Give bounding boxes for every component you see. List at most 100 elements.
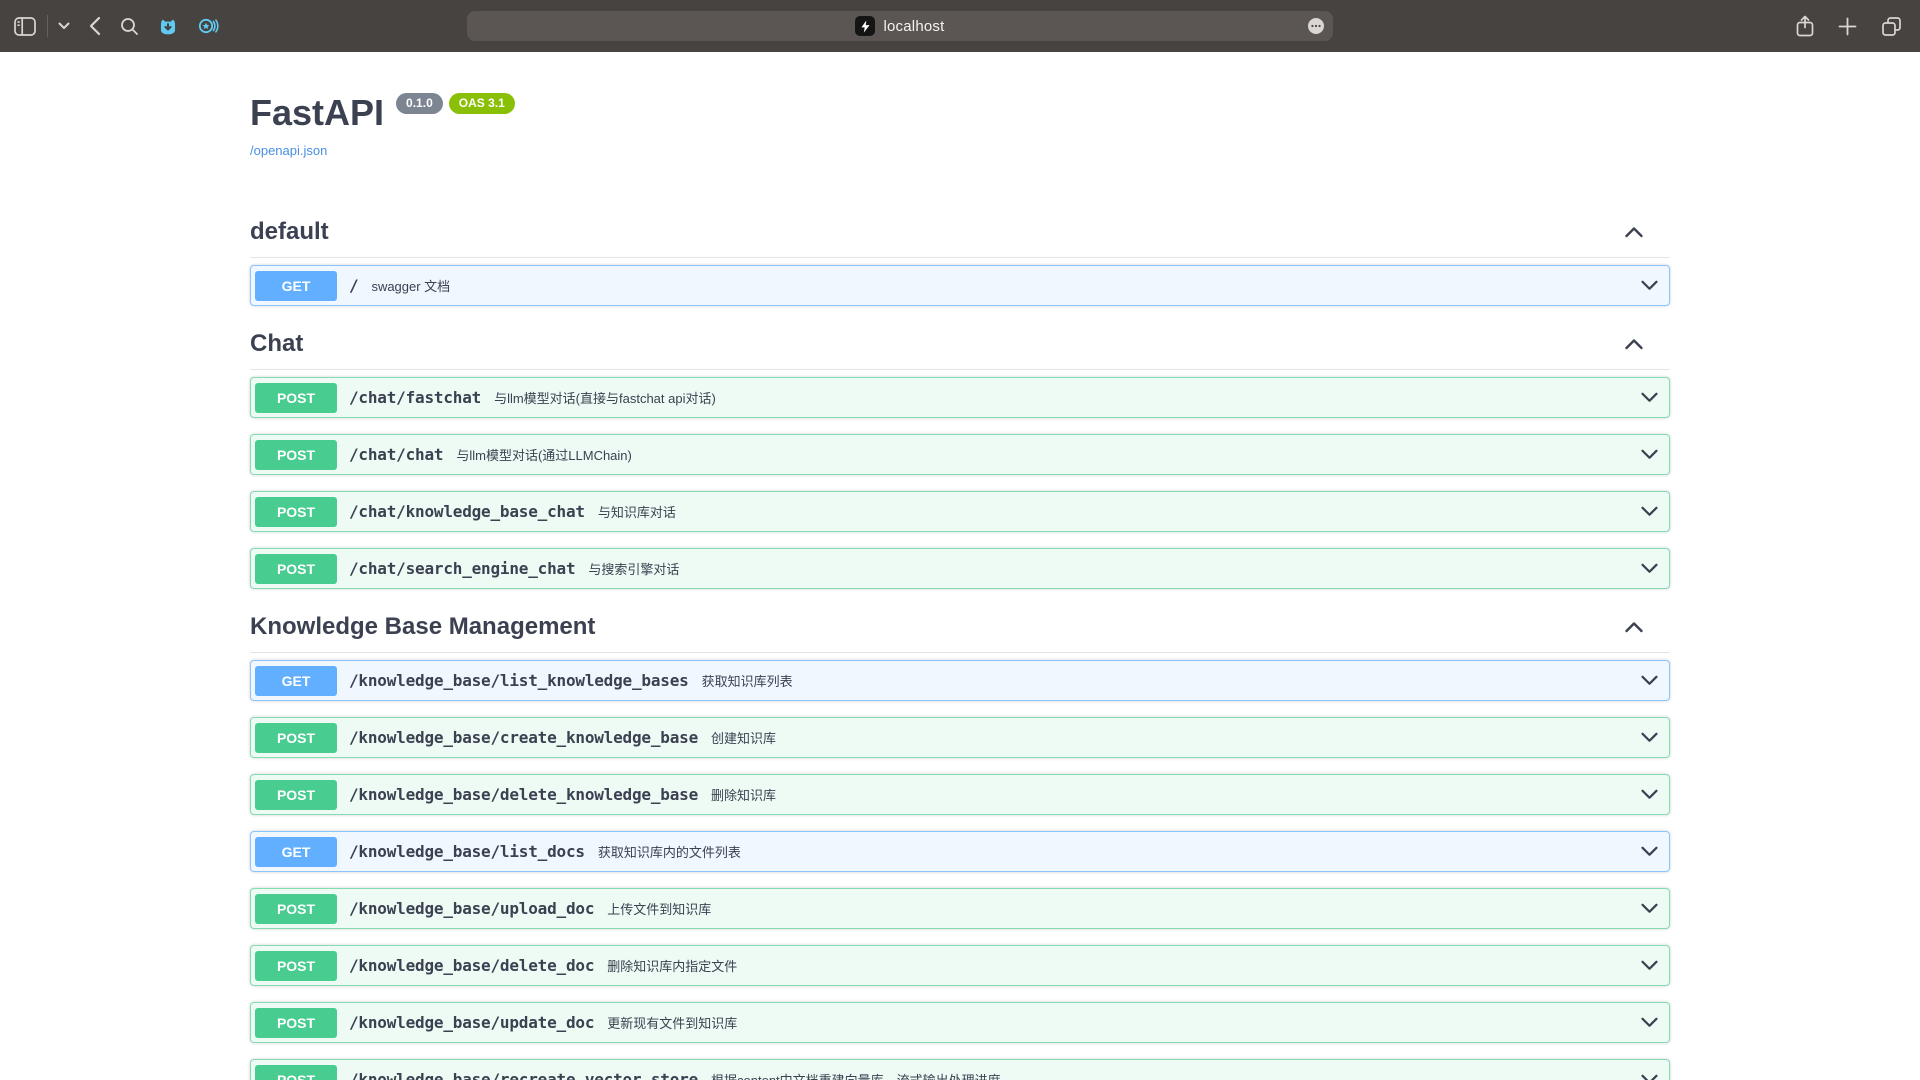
expand-endpoint-icon[interactable]: [1640, 674, 1659, 687]
section-header[interactable]: default: [250, 210, 1670, 258]
api-tag-section: Chat POST /chat/fastchat 与llm模型对话(直接与fas…: [250, 322, 1670, 589]
extension-translate-button[interactable]: [158, 16, 178, 36]
expand-endpoint-icon[interactable]: [1640, 788, 1659, 801]
endpoint-path: /: [349, 276, 358, 295]
method-badge: POST: [255, 383, 337, 413]
openapi-json-link[interactable]: /openapi.json: [250, 143, 327, 158]
endpoint-description: 删除知识库: [711, 785, 776, 804]
expand-endpoint-icon[interactable]: [1640, 562, 1659, 575]
sidebar-menu-chevron-button[interactable]: [58, 22, 70, 30]
endpoint-description: 与知识库对话: [598, 502, 676, 521]
browser-toolbar: localhost: [0, 0, 1920, 52]
expand-endpoint-icon[interactable]: [1640, 731, 1659, 744]
new-tab-button[interactable]: [1838, 17, 1857, 36]
api-sections: default GET / swagger 文档 Chat POST /chat…: [250, 210, 1670, 1080]
endpoint-row[interactable]: POST /knowledge_base/delete_doc 删除知识库内指定…: [250, 945, 1670, 986]
endpoint-description: 获取知识库列表: [702, 671, 793, 690]
expand-endpoint-icon[interactable]: [1640, 845, 1659, 858]
share-icon: [1796, 15, 1814, 37]
endpoint-path: /knowledge_base/update_doc: [349, 1013, 594, 1032]
endpoint-description: 上传文件到知识库: [607, 899, 711, 918]
endpoint-path: /knowledge_base/recreate_vector_store: [349, 1070, 698, 1080]
method-badge: POST: [255, 780, 337, 810]
section-header[interactable]: Knowledge Base Management: [250, 605, 1670, 653]
section-title: default: [250, 215, 329, 248]
version-badge: 0.1.0: [396, 93, 443, 114]
back-chevron-icon: [89, 16, 101, 36]
expand-endpoint-icon[interactable]: [1640, 505, 1659, 518]
expand-endpoint-icon[interactable]: [1640, 1073, 1659, 1080]
expand-endpoint-icon[interactable]: [1640, 1016, 1659, 1029]
endpoint-row[interactable]: POST /chat/knowledge_base_chat 与知识库对话: [250, 491, 1670, 532]
section-title: Chat: [250, 327, 303, 360]
endpoint-description: 与llm模型对话(通过LLMChain): [456, 445, 632, 464]
plus-icon: [1838, 17, 1857, 36]
endpoint-row[interactable]: POST /chat/chat 与llm模型对话(通过LLMChain): [250, 434, 1670, 475]
expand-endpoint-icon[interactable]: [1640, 959, 1659, 972]
endpoint-description: swagger 文档: [371, 276, 450, 295]
endpoint-row[interactable]: POST /knowledge_base/upload_doc 上传文件到知识库: [250, 888, 1670, 929]
back-button[interactable]: [89, 16, 101, 36]
swagger-page: FastAPI 0.1.0 OAS 3.1 /openapi.json defa…: [0, 52, 1920, 1080]
endpoint-description: 与llm模型对话(直接与fastchat api对话): [494, 388, 716, 407]
collapse-section-icon[interactable]: [1624, 337, 1644, 351]
endpoint-description: 根据content中文档重建向量库，流式输出处理进度。: [711, 1070, 1014, 1080]
search-icon: [120, 17, 139, 36]
endpoint-path: /chat/chat: [349, 445, 443, 464]
endpoint-row[interactable]: POST /chat/search_engine_chat 与搜索引擎对话: [250, 548, 1670, 589]
section-operations: POST /chat/fastchat 与llm模型对话(直接与fastchat…: [250, 370, 1670, 589]
method-badge: POST: [255, 554, 337, 584]
endpoint-path: /knowledge_base/delete_knowledge_base: [349, 785, 698, 804]
cat-shield-extension-icon: [158, 16, 178, 36]
collapse-section-icon[interactable]: [1624, 620, 1644, 634]
star-broadcast-extension-icon: [197, 16, 219, 36]
toolbar-left-group: [14, 0, 238, 52]
ellipsis-icon: [1311, 24, 1321, 28]
chevron-down-icon: [58, 22, 70, 30]
expand-endpoint-icon[interactable]: [1640, 279, 1659, 292]
endpoint-row[interactable]: POST /knowledge_base/recreate_vector_sto…: [250, 1059, 1670, 1080]
endpoint-path: /knowledge_base/create_knowledge_base: [349, 728, 698, 747]
endpoint-row[interactable]: POST /knowledge_base/update_doc 更新现有文件到知…: [250, 1002, 1670, 1043]
section-operations: GET /knowledge_base/list_knowledge_bases…: [250, 653, 1670, 1080]
endpoint-path: /knowledge_base/delete_doc: [349, 956, 594, 975]
section-header[interactable]: Chat: [250, 322, 1670, 370]
address-bar[interactable]: localhost: [467, 11, 1333, 41]
section-title: Knowledge Base Management: [250, 610, 595, 643]
share-button[interactable]: [1796, 15, 1814, 37]
endpoint-row[interactable]: GET / swagger 文档: [250, 265, 1670, 306]
method-badge: POST: [255, 1008, 337, 1038]
oas-badge: OAS 3.1: [449, 93, 515, 114]
endpoint-row[interactable]: POST /knowledge_base/delete_knowledge_ba…: [250, 774, 1670, 815]
api-info: FastAPI 0.1.0 OAS 3.1 /openapi.json: [250, 52, 1670, 160]
endpoint-row[interactable]: POST /knowledge_base/create_knowledge_ba…: [250, 717, 1670, 758]
api-tag-section: default GET / swagger 文档: [250, 210, 1670, 306]
extension-live-button[interactable]: [197, 16, 219, 36]
method-badge: GET: [255, 837, 337, 867]
expand-endpoint-icon[interactable]: [1640, 391, 1659, 404]
collapse-section-icon[interactable]: [1624, 225, 1644, 239]
endpoint-description: 创建知识库: [711, 728, 776, 747]
endpoint-path: /chat/search_engine_chat: [349, 559, 575, 578]
endpoint-path: /knowledge_base/list_knowledge_bases: [349, 671, 689, 690]
page-options-button[interactable]: [1308, 18, 1324, 34]
sidebar-toggle-button[interactable]: [14, 17, 36, 36]
expand-endpoint-icon[interactable]: [1640, 902, 1659, 915]
toolbar-right-group: [1772, 0, 1902, 52]
tabs-icon: [1881, 16, 1902, 37]
api-tag-section: Knowledge Base Management GET /knowledge…: [250, 605, 1670, 1080]
endpoint-description: 与搜索引擎对话: [588, 559, 679, 578]
api-title-text: FastAPI: [250, 86, 384, 140]
endpoint-row[interactable]: POST /chat/fastchat 与llm模型对话(直接与fastchat…: [250, 377, 1670, 418]
page-title: FastAPI 0.1.0 OAS 3.1: [250, 86, 1670, 140]
method-badge: POST: [255, 1065, 337, 1080]
endpoint-row[interactable]: GET /knowledge_base/list_docs 获取知识库内的文件列…: [250, 831, 1670, 872]
expand-endpoint-icon[interactable]: [1640, 448, 1659, 461]
toolbar-divider: [47, 15, 48, 37]
tab-overview-button[interactable]: [1881, 16, 1902, 37]
address-url: localhost: [883, 18, 944, 35]
endpoint-description: 获取知识库内的文件列表: [598, 842, 741, 861]
endpoint-path: /chat/knowledge_base_chat: [349, 502, 585, 521]
endpoint-row[interactable]: GET /knowledge_base/list_knowledge_bases…: [250, 660, 1670, 701]
search-button[interactable]: [120, 17, 139, 36]
